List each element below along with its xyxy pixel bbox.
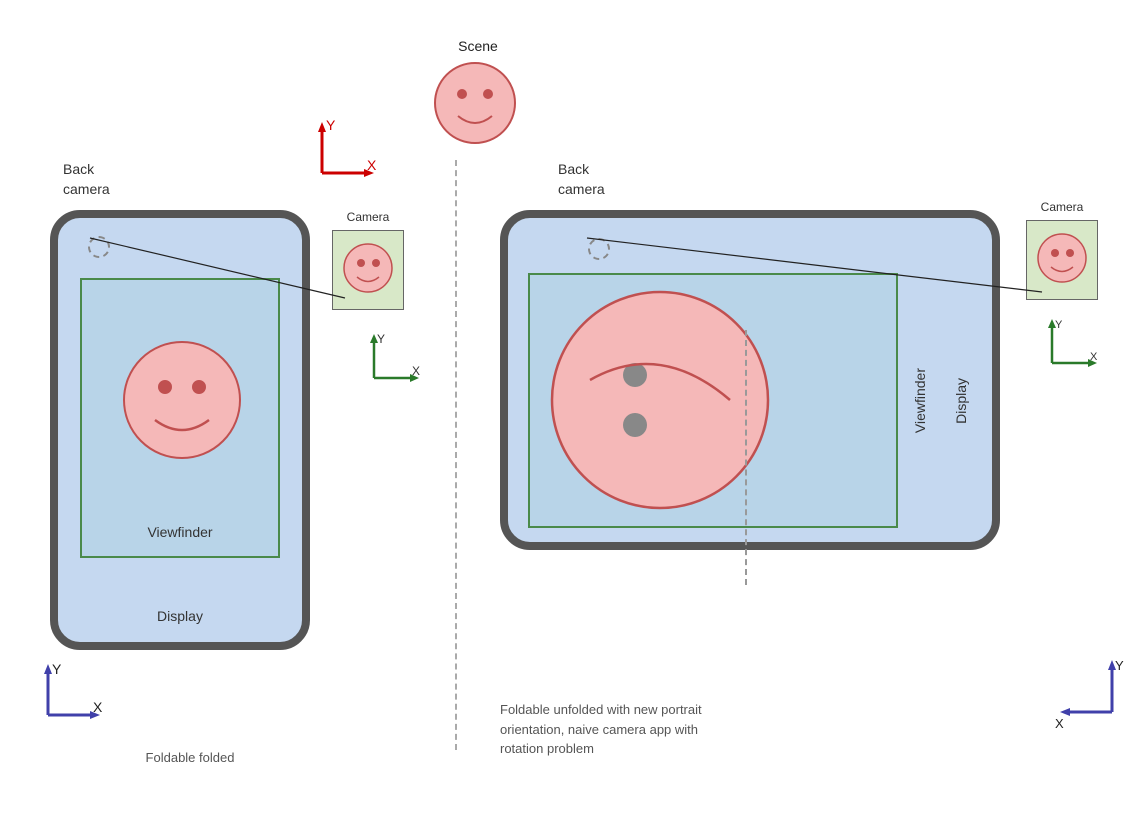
foldable-caption-left: Foldable folded	[70, 750, 310, 765]
display-label-left: Display	[58, 608, 302, 624]
svg-text:Y: Y	[377, 332, 385, 346]
coord-bottom-left: Y X	[30, 660, 110, 730]
scene-face	[430, 58, 520, 148]
divider	[455, 160, 457, 750]
svg-text:X: X	[1090, 351, 1098, 363]
svg-text:Y: Y	[1055, 319, 1063, 331]
svg-text:Y: Y	[52, 661, 62, 677]
connector-line-left	[50, 210, 410, 410]
svg-text:X: X	[1055, 716, 1064, 731]
viewfinder-label-text-left: Viewfinder	[82, 524, 278, 540]
coord-sensor-right: Y X	[1038, 315, 1108, 375]
svg-text:X: X	[93, 699, 103, 715]
back-camera-label-left: Backcamera	[63, 160, 110, 199]
coord-sensor-left: Y X	[360, 330, 430, 390]
svg-text:X: X	[412, 364, 420, 378]
svg-text:Y: Y	[326, 117, 336, 133]
svg-text:Y: Y	[1115, 658, 1124, 673]
connector-line-right	[500, 210, 1100, 410]
coord-top-axes: Y X	[302, 118, 382, 188]
foldable-caption-right: Foldable unfolded with new portraitorien…	[500, 700, 800, 759]
coord-bottom-right: Y X	[1050, 650, 1130, 730]
main-container: Scene Y X Backcamera	[0, 0, 1143, 831]
scene-label: Scene	[448, 38, 508, 54]
svg-text:X: X	[367, 157, 377, 173]
back-camera-label-right: Backcamera	[558, 160, 605, 199]
